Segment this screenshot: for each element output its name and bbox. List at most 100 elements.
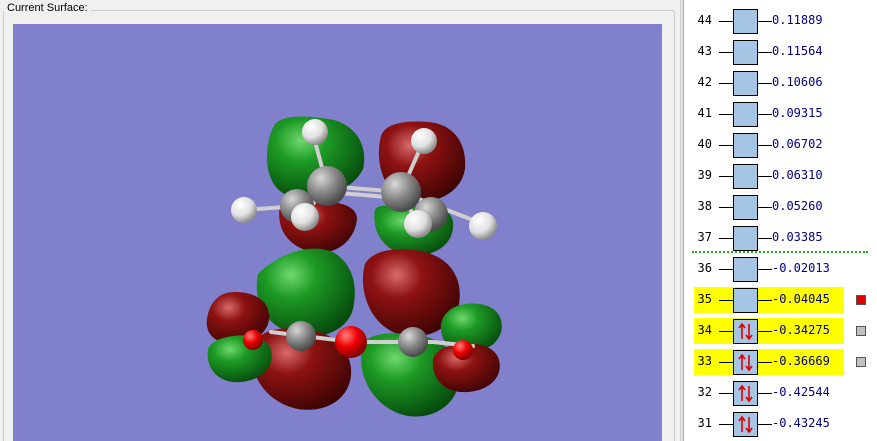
level-line-right [758,83,772,84]
empty-orbital-box[interactable] [733,133,758,158]
occupied-orbital-box[interactable] [733,381,758,406]
level-line-left [719,83,733,84]
hydrogen-atom [469,212,497,240]
orbital-energy: 0.10606 [772,75,823,89]
empty-orbital-box[interactable] [733,226,758,251]
orbital-number: 36 [697,261,712,275]
orbital-row-42[interactable]: 42 0.10606 [684,68,877,99]
empty-orbital-box[interactable] [733,71,758,96]
surface-marker[interactable] [856,295,866,305]
level-line-left [719,176,733,177]
orbital-number: 40 [697,137,712,151]
occupied-orbital-box[interactable] [733,412,758,437]
level-line-left [719,114,733,115]
orbital-number: 44 [697,13,712,27]
orbital-row-34[interactable]: 34 -0.34275 [684,316,877,347]
orbital-row-40[interactable]: 40 0.06702 [684,130,877,161]
orbital-number: 35 [697,292,712,306]
level-line-right [758,145,772,146]
orbital-energy: 0.11889 [772,13,823,27]
level-line-left [719,362,733,363]
orbital-energy: 0.09315 [772,106,823,120]
orbital-row-33[interactable]: 33 -0.36669 [684,347,877,378]
level-line-left [719,238,733,239]
hydrogen-atom [404,210,432,238]
orbital-number: 38 [697,199,712,213]
orbital-row-38[interactable]: 38 0.05260 [684,192,877,223]
carbon-atom [381,172,421,212]
level-line-right [758,21,772,22]
empty-orbital-box[interactable] [733,9,758,34]
surface-marker[interactable] [856,326,866,336]
level-line-right [758,300,772,301]
orbital-energy: 0.03385 [772,230,823,244]
level-line-left [719,21,733,22]
orbital-row-36[interactable]: 36 -0.02013 [684,254,877,285]
orbital-row-39[interactable]: 39 0.06310 [684,161,877,192]
orbital-row-37[interactable]: 37 0.03385 [684,223,877,254]
level-line-right [758,424,772,425]
empty-orbital-box[interactable] [733,164,758,189]
oxygen-atom [335,326,367,358]
level-line-left [719,424,733,425]
orbital-number: 32 [697,385,712,399]
oxygen-atom [243,330,263,350]
empty-orbital-box[interactable] [733,288,758,313]
molecular-orbital-render[interactable] [13,24,662,441]
electron-pair-icon [738,353,753,372]
orbital-energy: -0.04045 [772,292,830,306]
orbital-energy: -0.02013 [772,261,830,275]
level-line-left [719,300,733,301]
empty-orbital-box[interactable] [733,195,758,220]
electron-pair-icon [738,415,753,434]
orbital-energy: -0.34275 [772,323,830,337]
orbital-row-32[interactable]: 32 -0.42544 [684,378,877,409]
orbital-row-31[interactable]: 31 -0.43245 [684,409,877,440]
level-line-left [719,393,733,394]
occupied-orbital-box[interactable] [733,350,758,375]
surface-marker[interactable] [856,357,866,367]
hydrogen-atom [291,203,319,231]
orbital-energy: -0.42544 [772,385,830,399]
level-line-left [719,145,733,146]
orbital-number: 42 [697,75,712,89]
orbital-number: 41 [697,106,712,120]
orbital-number: 37 [697,230,712,244]
level-line-right [758,238,772,239]
orbital-energy: 0.11564 [772,44,823,58]
hydrogen-atom [231,197,257,223]
orbital-row-43[interactable]: 43 0.11564 [684,37,877,68]
orbital-energy: -0.43245 [772,416,830,430]
level-line-right [758,52,772,53]
oxygen-atom [453,340,473,360]
orbital-number: 39 [697,168,712,182]
orbital-row-35[interactable]: 35 -0.04045 [684,285,877,316]
orbital-number: 33 [697,354,712,368]
empty-orbital-box[interactable] [733,40,758,65]
level-line-left [719,269,733,270]
carbon-atom [398,327,428,357]
level-line-right [758,176,772,177]
molecule-viewport[interactable] [13,24,662,441]
level-line-right [758,393,772,394]
empty-orbital-box[interactable] [733,257,758,282]
orbital-row-44[interactable]: 44 0.11889 [684,6,877,37]
hydrogen-atom [411,128,437,154]
current-surface-label: Current Surface: [4,2,91,14]
level-line-right [758,269,772,270]
hydrogen-atom [302,119,328,145]
orbital-energy-panel[interactable]: 44 0.11889 43 0.11564 42 0.10606 41 0.09315 40 0.… [683,0,877,441]
occupied-orbital-box[interactable] [733,319,758,344]
empty-orbital-box[interactable] [733,102,758,127]
level-line-right [758,207,772,208]
orbital-energy: 0.05260 [772,199,823,213]
electron-pair-icon [738,322,753,341]
level-line-right [758,114,772,115]
orbital-energy: -0.36669 [772,354,830,368]
level-line-right [758,331,772,332]
orbital-row-41[interactable]: 41 0.09315 [684,99,877,130]
level-line-left [719,207,733,208]
orbital-number: 31 [697,416,712,430]
electron-pair-icon [738,384,753,403]
level-line-left [719,331,733,332]
